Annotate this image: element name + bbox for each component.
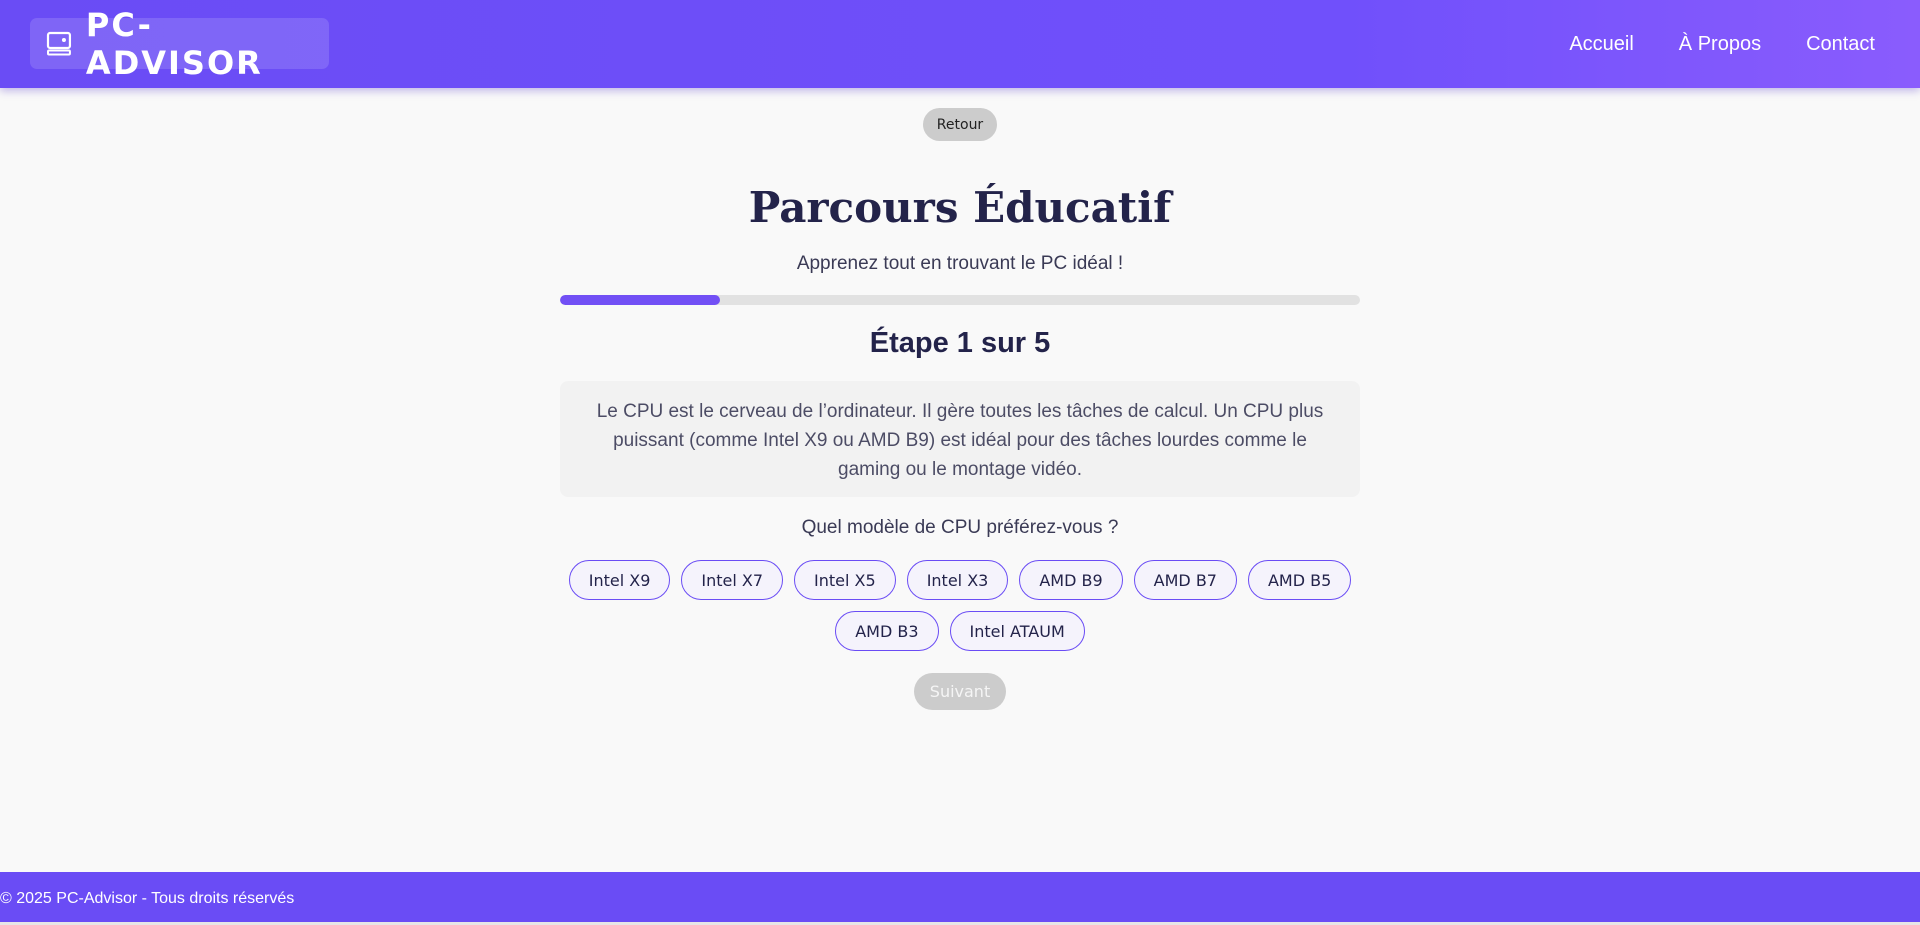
option-intel-x5[interactable]: Intel X5: [794, 560, 896, 600]
option-amd-b5[interactable]: AMD B5: [1247, 560, 1352, 600]
progress-fill: [560, 295, 720, 305]
logo-text: PC-ADVISOR: [85, 5, 263, 82]
cpu-options: Intel X9 Intel X7 Intel X5 Intel X3 AMD …: [560, 560, 1360, 651]
step-indicator: Étape 1 sur 5: [869, 327, 1051, 359]
site-header: PC-ADVISOR Accueil À Propos Contact: [0, 0, 1920, 88]
copyright-text: © 2025 PC-Advisor - Tous droits réservés: [0, 889, 295, 907]
option-intel-x7[interactable]: Intel X7: [681, 560, 784, 600]
page-title: Parcours Éducatif: [748, 183, 1172, 232]
info-box: Le CPU est le cerveau de l’ordinateur. I…: [560, 381, 1360, 497]
option-amd-b7[interactable]: AMD B7: [1133, 560, 1237, 600]
option-intel-ataum[interactable]: Intel ATAUM: [949, 611, 1085, 651]
nav-contact[interactable]: Contact: [1806, 33, 1875, 56]
site-footer: © 2025 PC-Advisor - Tous droits réservés: [0, 872, 1920, 925]
option-intel-x3[interactable]: Intel X3: [906, 560, 1009, 600]
logo[interactable]: PC-ADVISOR: [30, 6, 329, 82]
nav-accueil[interactable]: Accueil: [1569, 33, 1633, 56]
main-nav: Accueil À Propos Contact: [1569, 0, 1920, 88]
progress-bar: [560, 295, 1360, 305]
nav-a-propos[interactable]: À Propos: [1679, 33, 1761, 56]
next-button[interactable]: Suivant: [914, 673, 1006, 710]
option-intel-x9[interactable]: Intel X9: [568, 560, 671, 600]
question-text: Quel modèle de CPU préférez-vous ?: [801, 517, 1119, 538]
back-button[interactable]: Retour: [923, 108, 997, 141]
page-subtitle: Apprenez tout en trouvant le PC idéal !: [796, 253, 1124, 274]
computer-icon: [46, 31, 72, 55]
option-amd-b3[interactable]: AMD B3: [835, 611, 939, 651]
option-amd-b9[interactable]: AMD B9: [1019, 560, 1123, 600]
